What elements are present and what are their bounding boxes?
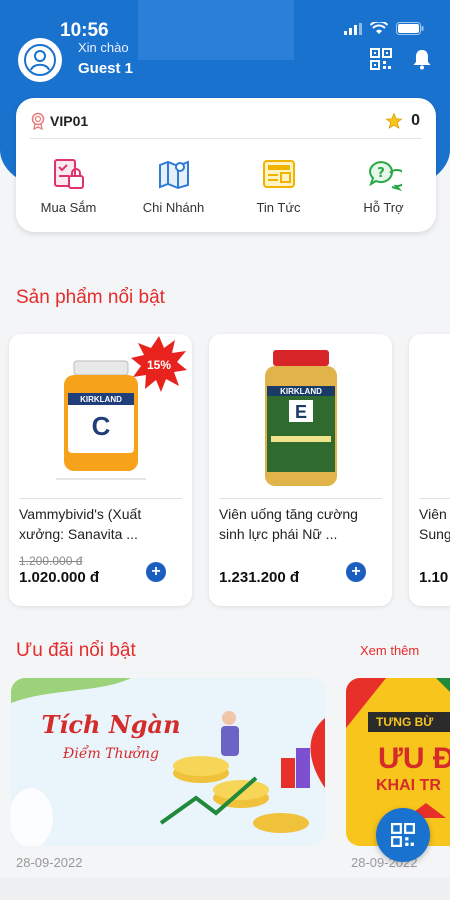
- qr-code-icon: [391, 823, 415, 847]
- menu-item-branch[interactable]: Chi Nhánh: [121, 156, 226, 215]
- bell-icon: [413, 50, 431, 70]
- menu-label-support: Hỗ Trợ: [363, 200, 404, 215]
- quick-menu: Mua Sắm Chi Nhánh Tin Tức ? Hỗ Trợ: [16, 156, 436, 215]
- support-icon: ?: [368, 161, 402, 191]
- star-icon: [385, 112, 403, 129]
- shopping-icon: [53, 159, 84, 189]
- qr-scan-button[interactable]: [370, 48, 392, 75]
- product-label-letter: C: [91, 411, 110, 441]
- points-value: 0: [411, 112, 420, 129]
- product-card[interactable]: KIRKLAND C 15% Vammybivid's (Xuất xưởng:…: [9, 334, 192, 606]
- bottom-nav-edge: [0, 878, 450, 900]
- product-price: 1.231.200 đ: [219, 569, 300, 586]
- menu-item-news[interactable]: Tin Tức: [226, 156, 331, 215]
- news-icon: [262, 160, 295, 188]
- promo-headline: ƯU Đ: [378, 742, 450, 775]
- wifi-icon: [370, 22, 388, 34]
- promo-subline: KHAI TR: [376, 777, 441, 794]
- divider: [30, 138, 422, 139]
- promo-top-text: TƯNG BỪ: [376, 714, 433, 729]
- svg-text:?: ?: [377, 166, 385, 181]
- promo-banner[interactable]: Tích Ngàn Điểm Thưởng: [11, 678, 325, 846]
- menu-label-shopping: Mua Sắm: [40, 200, 97, 215]
- product-name: Viên Sung: [419, 506, 450, 542]
- divider: [19, 498, 182, 499]
- product-card[interactable]: Viên Sung 1.10: [409, 334, 450, 606]
- menu-label-branch: Chi Nhánh: [142, 200, 205, 215]
- promo-headline: Tích Ngàn: [41, 710, 180, 739]
- user-name: Guest 1: [78, 60, 134, 77]
- user-icon: [24, 44, 56, 76]
- product-image: KIRKLAND E: [219, 344, 382, 494]
- product-old-price: 1.200.000 đ: [19, 554, 83, 568]
- discount-text: 15%: [147, 358, 171, 372]
- divider: [419, 498, 450, 499]
- signal-icon: [344, 22, 362, 35]
- see-more-link[interactable]: Xem thêm: [360, 643, 419, 658]
- product-label-letter: E: [294, 402, 306, 422]
- promo-subline: Điểm Thưởng: [62, 744, 159, 762]
- status-time: 10:56: [60, 20, 109, 41]
- member-card: VIP01 0 Mua Sắm Chi Nhánh Tin Tức ? Hỗ T…: [16, 98, 436, 232]
- menu-item-support[interactable]: ? Hỗ Trợ: [331, 156, 436, 215]
- product-card[interactable]: KIRKLAND E Viên uống tăng cường sinh lực…: [209, 334, 392, 606]
- add-to-cart-button[interactable]: +: [146, 562, 166, 582]
- scan-fab-button[interactable]: [376, 808, 430, 862]
- greeting-text: Xin chào: [78, 40, 129, 55]
- medal-icon: [31, 112, 45, 130]
- status-bar: 10:56: [0, 0, 450, 41]
- battery-icon: [396, 22, 424, 35]
- product-name: Viên uống tăng cường sinh lực phái Nữ ..…: [219, 506, 358, 542]
- qr-code-icon: [370, 48, 392, 70]
- menu-label-news: Tin Tức: [256, 200, 301, 215]
- featured-products-title: Sản phẩm nổi bật: [16, 287, 165, 308]
- divider: [219, 498, 382, 499]
- product-price: 1.020.000 đ: [19, 569, 100, 586]
- discount-badge: 15%: [131, 336, 187, 392]
- tier-label: VIP01: [50, 113, 89, 129]
- product-name: Vammybivid's (Xuất xưởng: Sanavita ...: [19, 506, 142, 542]
- notification-button[interactable]: [412, 48, 432, 75]
- add-to-cart-button[interactable]: +: [346, 562, 366, 582]
- product-label-brand: KIRKLAND: [80, 395, 122, 404]
- offers-title: Ưu đãi nổi bật: [16, 640, 136, 661]
- map-icon: [158, 160, 189, 190]
- product-label-brand: KIRKLAND: [280, 387, 322, 396]
- menu-item-shopping[interactable]: Mua Sắm: [16, 156, 121, 215]
- avatar[interactable]: [18, 38, 62, 82]
- product-price: 1.10: [419, 569, 449, 586]
- promo-date: 28-09-2022: [16, 855, 83, 870]
